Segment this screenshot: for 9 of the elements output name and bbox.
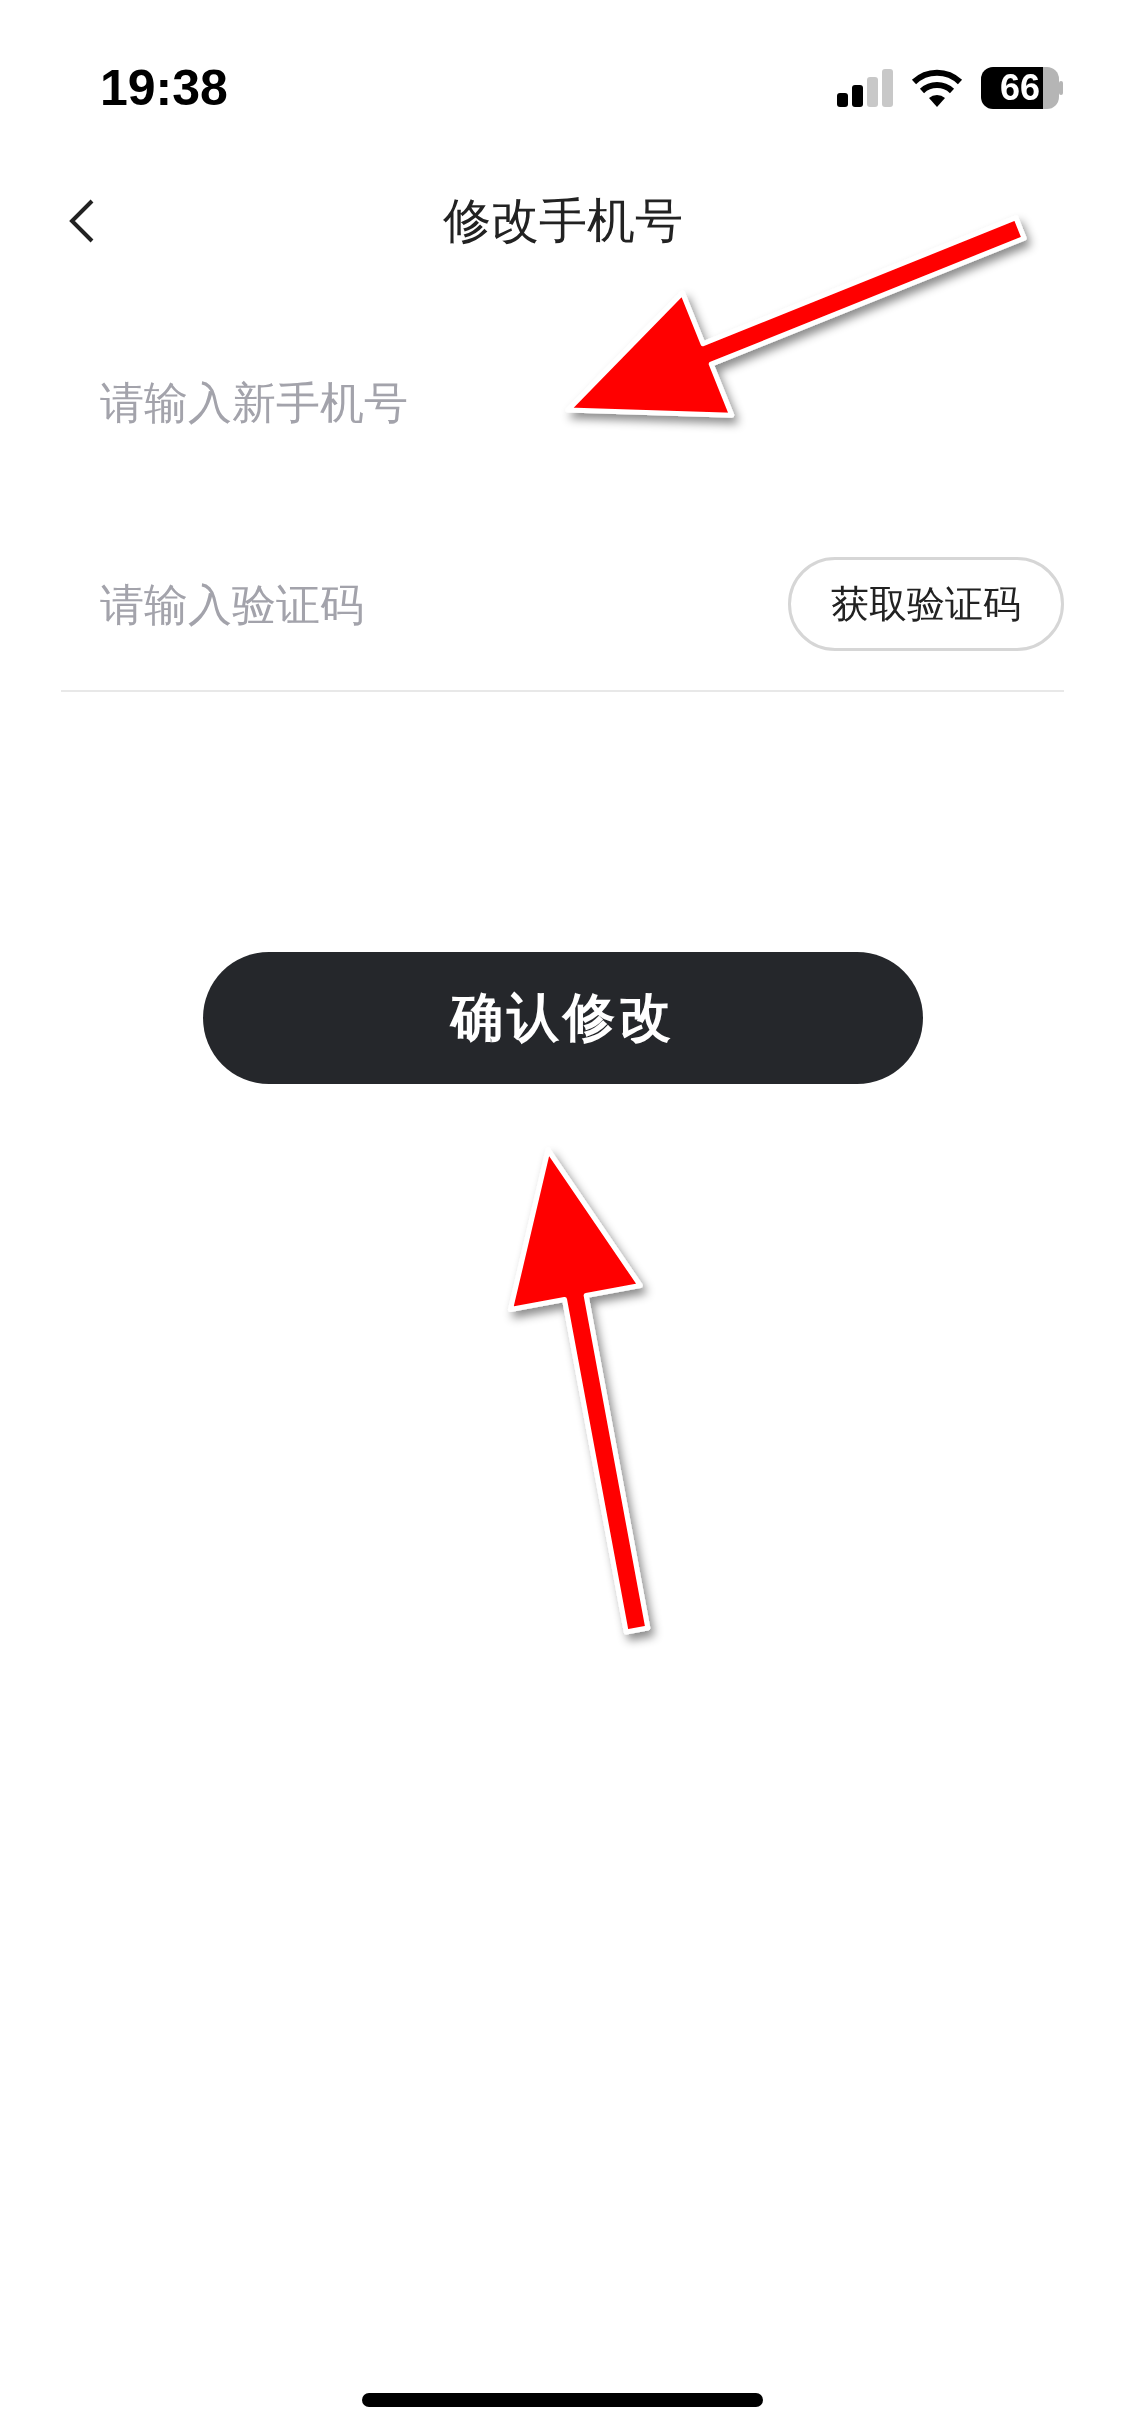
wifi-icon (911, 69, 963, 107)
code-field[interactable]: 请输入验证码 (61, 578, 430, 630)
signal-icon (837, 69, 893, 107)
status-time: 19:38 (100, 59, 228, 117)
get-code-button[interactable]: 获取验证码 (788, 557, 1064, 651)
page-title: 修改手机号 (442, 191, 683, 250)
confirm-button[interactable]: 确认修改 (202, 952, 923, 1084)
back-icon[interactable] (68, 198, 96, 244)
phone-field[interactable]: 请输入新手机号 (61, 376, 430, 428)
